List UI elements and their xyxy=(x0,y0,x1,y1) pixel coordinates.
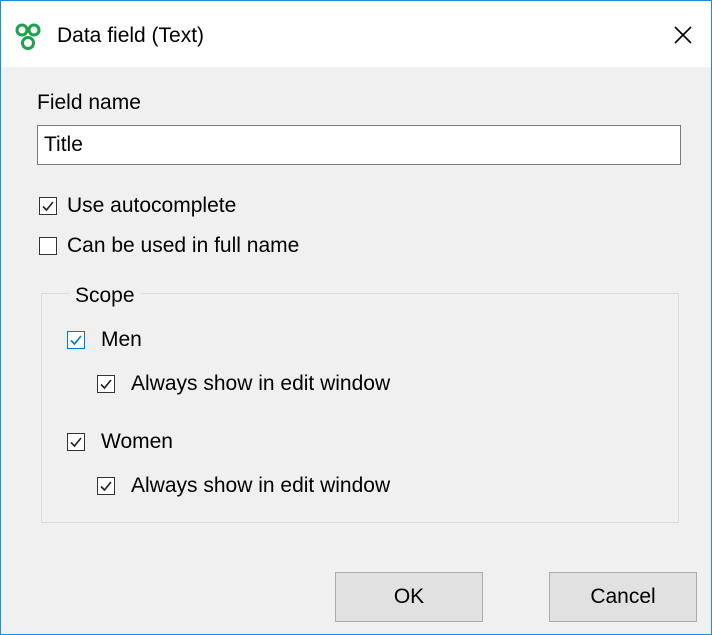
full-name-label[interactable]: Can be used in full name xyxy=(67,232,299,260)
cancel-button[interactable]: Cancel xyxy=(549,572,697,622)
ok-button[interactable]: OK xyxy=(335,572,483,622)
window-title: Data field (Text) xyxy=(57,24,205,47)
use-autocomplete-checkbox[interactable] xyxy=(39,197,57,215)
men-label[interactable]: Men xyxy=(101,326,142,354)
men-always-show-checkbox[interactable] xyxy=(97,375,115,393)
checkmark-icon xyxy=(100,379,112,390)
dialog-window: Data field (Text) Field name Use autocom… xyxy=(0,0,712,635)
women-label[interactable]: Women xyxy=(101,428,173,456)
checkmark-icon xyxy=(42,201,54,212)
app-logo-icon xyxy=(14,23,42,51)
use-autocomplete-label[interactable]: Use autocomplete xyxy=(67,192,236,220)
women-checkbox[interactable] xyxy=(67,433,85,451)
checkmark-icon xyxy=(100,481,112,492)
scope-title: Scope xyxy=(69,283,141,309)
women-always-show-checkbox[interactable] xyxy=(97,477,115,495)
close-button[interactable] xyxy=(661,15,705,55)
full-name-checkbox[interactable] xyxy=(39,237,57,255)
men-checkbox[interactable] xyxy=(67,331,85,349)
field-name-label: Field name xyxy=(37,91,141,114)
checkmark-icon xyxy=(70,437,82,448)
field-name-input[interactable] xyxy=(38,126,680,164)
close-icon xyxy=(674,26,692,44)
checkmark-icon xyxy=(70,335,82,346)
title-bar: Data field (Text) xyxy=(1,1,711,67)
women-always-show-label[interactable]: Always show in edit window xyxy=(131,472,390,500)
field-name-input-box[interactable] xyxy=(37,125,681,165)
men-always-show-label[interactable]: Always show in edit window xyxy=(131,370,390,398)
